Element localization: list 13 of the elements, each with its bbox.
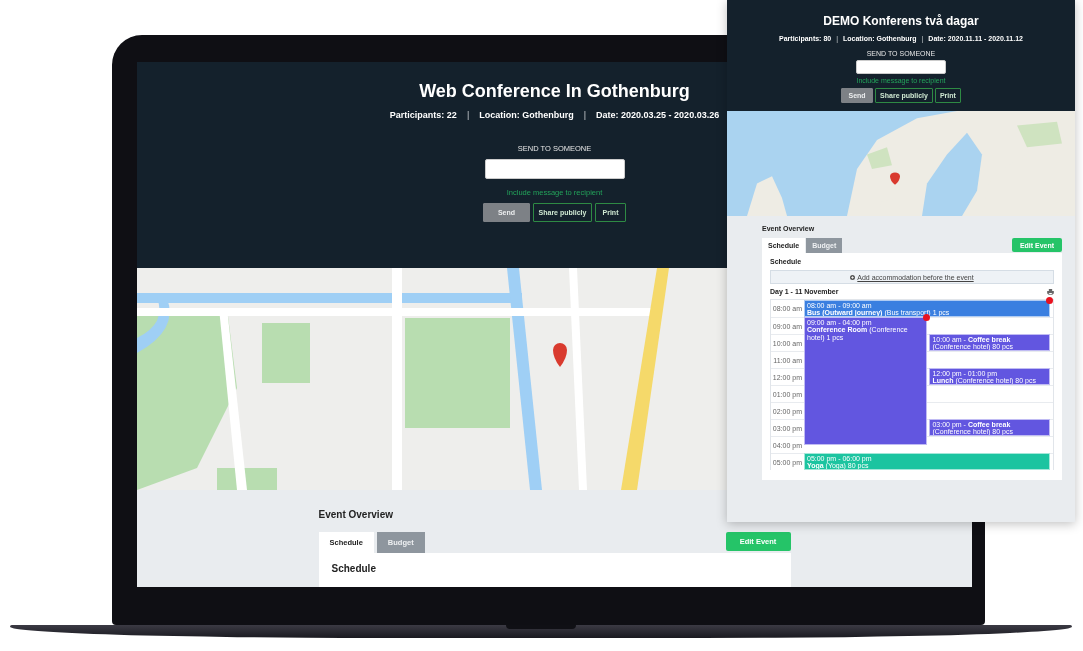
recipient-field[interactable] [856, 60, 946, 74]
separator: | [583, 110, 587, 120]
section-title: Event Overview [318, 509, 394, 520]
event-detail: Date: 2020.03.25 - 2020.03.26 [596, 110, 720, 120]
printer-icon[interactable] [1047, 288, 1054, 295]
event-title: Web Conference In Gothenburg [419, 80, 690, 102]
event-detail: Participants: 22 [389, 110, 457, 120]
recipient-field[interactable] [484, 159, 625, 179]
event-title: DEMO Konferens två dagar [823, 14, 979, 29]
separator: | [466, 110, 470, 120]
event-detail: Location: Gothenburg [479, 110, 574, 120]
panel-title: Schedule [331, 563, 377, 574]
plus-icon [850, 274, 856, 280]
